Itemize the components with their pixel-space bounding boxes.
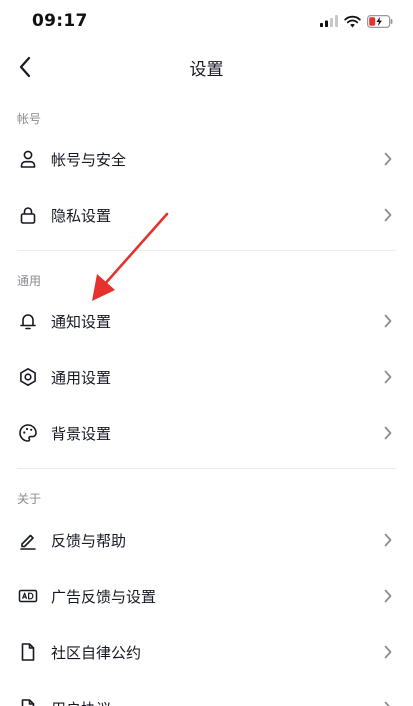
section-divider xyxy=(17,468,396,469)
chevron-right-icon xyxy=(384,589,392,603)
chevron-right-icon xyxy=(384,152,392,166)
settings-item-community-guidelines[interactable]: 社区自律公约 xyxy=(0,630,413,674)
wifi-icon xyxy=(344,15,361,27)
settings-item-background[interactable]: 背景设置 xyxy=(0,411,413,455)
chevron-right-icon xyxy=(384,533,392,547)
chevron-right-icon xyxy=(384,645,392,659)
pen-icon xyxy=(17,529,39,551)
ad-icon xyxy=(17,585,39,607)
chevron-right-icon xyxy=(384,701,390,706)
status-bar: 09:17 xyxy=(0,0,413,44)
chevron-right-icon xyxy=(384,208,392,222)
settings-item-privacy[interactable]: 隐私设置 xyxy=(0,193,413,237)
page-title: 设置 xyxy=(189,60,224,80)
settings-item-label: 用户协议 xyxy=(51,698,111,706)
battery-icon xyxy=(367,14,393,28)
document-icon xyxy=(17,641,39,663)
chevron-right-icon xyxy=(384,370,392,384)
settings-item-label: 背景设置 xyxy=(51,425,112,443)
chevron-right-icon xyxy=(384,426,392,440)
settings-item-label: 广告反馈与设置 xyxy=(51,588,157,606)
settings-item-general[interactable]: 通用设置 xyxy=(0,355,413,399)
document-icon xyxy=(17,697,39,706)
settings-item-label: 通用设置 xyxy=(51,369,112,387)
settings-item-account-security[interactable]: 帐号与安全 xyxy=(0,137,413,181)
section-header-account: 帐号 xyxy=(17,112,42,126)
section-header-general: 通用 xyxy=(17,274,42,288)
settings-item-label: 隐私设置 xyxy=(51,207,112,225)
chevron-right-icon xyxy=(384,314,392,328)
bell-icon xyxy=(17,310,39,332)
user-icon xyxy=(17,148,39,170)
signal-icon xyxy=(320,15,338,27)
gear-icon xyxy=(17,366,39,388)
settings-item-label: 社区自律公约 xyxy=(51,644,142,662)
nav-bar: 设置 xyxy=(0,44,413,90)
section-divider xyxy=(17,250,396,251)
settings-item-notifications[interactable]: 通知设置 xyxy=(0,299,413,343)
settings-item-label: 反馈与帮助 xyxy=(51,532,127,550)
settings-item-label: 通知设置 xyxy=(51,313,112,331)
palette-icon xyxy=(17,422,39,444)
section-header-about: 关于 xyxy=(17,492,42,506)
lock-icon xyxy=(17,204,39,226)
status-time: 09:17 xyxy=(32,11,88,31)
status-icons xyxy=(320,13,393,29)
settings-item-feedback[interactable]: 反馈与帮助 xyxy=(0,518,413,562)
settings-item-user-agreement[interactable]: 用户协议 xyxy=(0,686,413,706)
settings-item-label: 帐号与安全 xyxy=(51,151,127,169)
settings-item-ad-feedback[interactable]: 广告反馈与设置 xyxy=(0,574,413,618)
